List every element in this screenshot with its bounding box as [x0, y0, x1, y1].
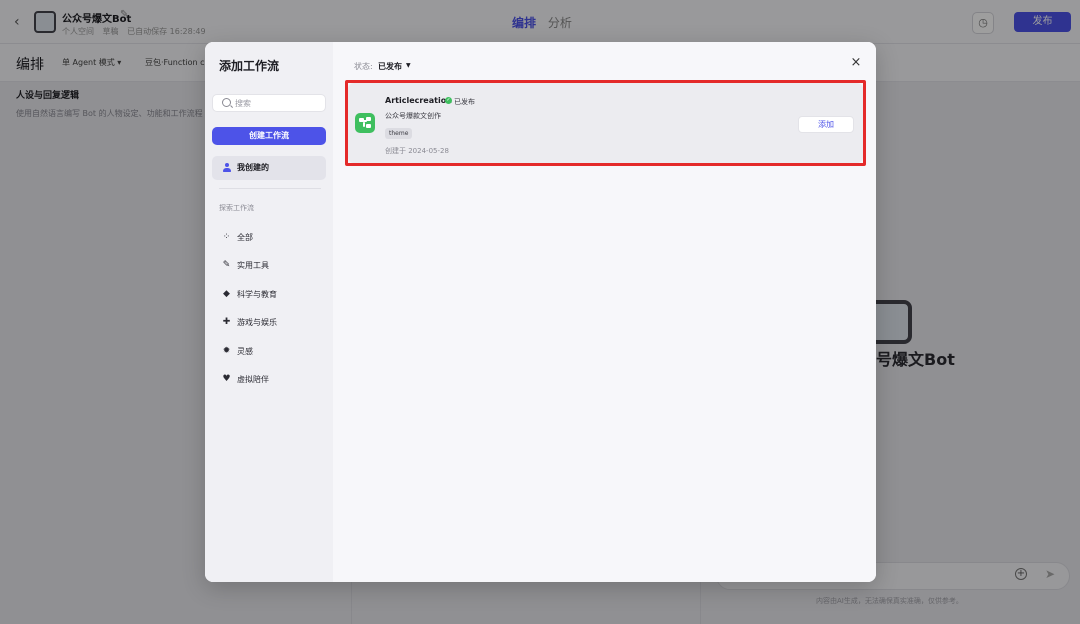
- sidebar-item-label: 虚拟陪伴: [237, 375, 269, 384]
- search-icon: [222, 98, 231, 107]
- highlight-box: [345, 80, 866, 166]
- sidebar-item-all[interactable]: ⁘ 全部: [219, 230, 329, 246]
- add-workflow-modal: 添加工作流 创建工作流 我创建的 探索工作流 ⁘ 全部 ✎ 实用工具 ◆ 科学与…: [205, 42, 876, 582]
- status-filter-label: 状态:: [354, 62, 373, 71]
- sidebar-item-label: 全部: [237, 233, 253, 242]
- search-input[interactable]: [235, 96, 323, 110]
- explore-label: 探索工作流: [219, 204, 254, 212]
- sidebar-item-label: 科学与教育: [237, 290, 277, 299]
- sidebar-item-companion[interactable]: ♥ 虚拟陪伴: [219, 372, 329, 388]
- sidebar-item-mine[interactable]: 我创建的: [212, 156, 326, 180]
- sidebar-item-label: 我创建的: [237, 163, 269, 172]
- sidebar-item-inspiration[interactable]: ✹ 灵感: [219, 344, 329, 360]
- chevron-down-icon[interactable]: ▼: [406, 62, 411, 69]
- gamepad-icon: ✚: [222, 317, 231, 327]
- heart-icon: ♥: [222, 374, 231, 384]
- sidebar-item-education[interactable]: ◆ 科学与教育: [219, 287, 329, 303]
- sidebar-divider: [219, 188, 321, 189]
- wrench-icon: ✎: [222, 260, 231, 270]
- grid-icon: ⁘: [222, 232, 231, 242]
- sidebar-item-tools[interactable]: ✎ 实用工具: [219, 258, 329, 274]
- create-workflow-button[interactable]: 创建工作流: [212, 127, 326, 145]
- lightbulb-icon: ✹: [222, 346, 231, 356]
- modal-sidebar: 添加工作流 创建工作流 我创建的 探索工作流 ⁘ 全部 ✎ 实用工具 ◆ 科学与…: [205, 42, 333, 582]
- close-icon[interactable]: ×: [849, 56, 863, 70]
- graduation-cap-icon: ◆: [223, 289, 230, 299]
- status-filter-select[interactable]: 已发布: [378, 61, 402, 72]
- sidebar-item-label: 灵感: [237, 347, 253, 356]
- search-box[interactable]: [212, 94, 326, 112]
- modal-title: 添加工作流: [219, 59, 280, 73]
- sidebar-item-games[interactable]: ✚ 游戏与娱乐: [219, 315, 329, 331]
- sidebar-item-label: 游戏与娱乐: [237, 318, 277, 327]
- sidebar-item-label: 实用工具: [237, 261, 269, 270]
- user-icon: [223, 163, 231, 172]
- modal-main: 状态: 已发布 ▼ × Articlecreation ✓ 已发布 公众号爆款文…: [333, 42, 876, 582]
